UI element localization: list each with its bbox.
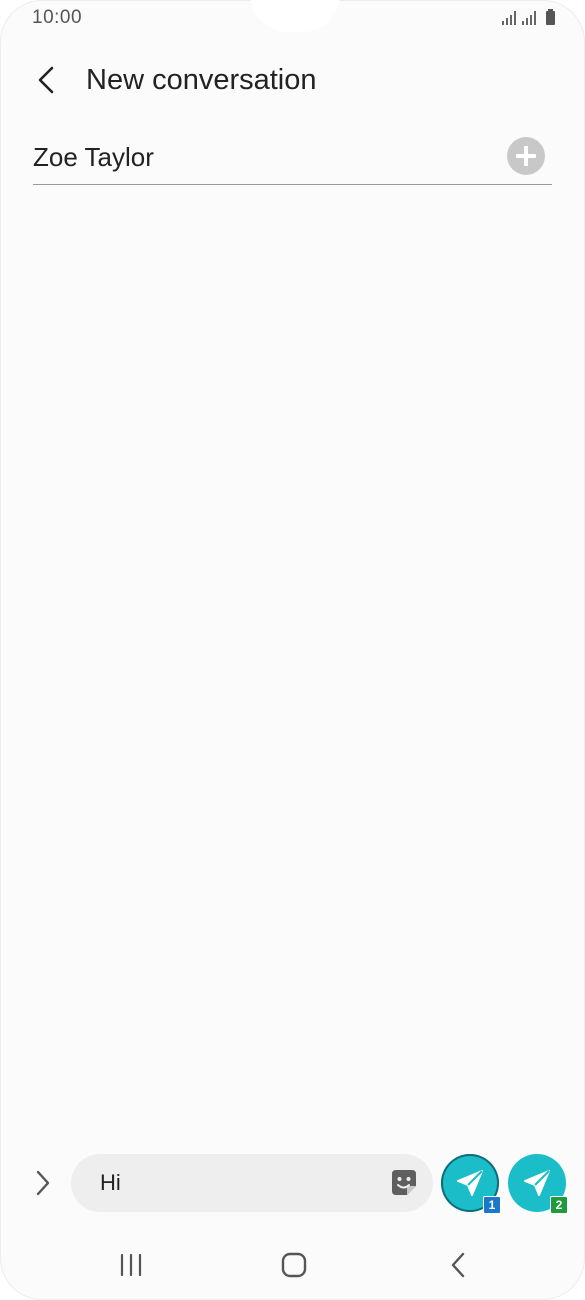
recent-apps-button[interactable] [103,1245,159,1285]
add-recipient-button[interactable] [507,137,545,175]
signal-sim1-icon [502,9,516,25]
chevron-left-icon [38,66,54,94]
status-icons [502,9,555,25]
recent-apps-icon [120,1253,142,1277]
home-button[interactable] [266,1245,322,1285]
sticker-button[interactable] [388,1167,420,1199]
page-title: New conversation [86,64,317,96]
home-icon [281,1252,307,1278]
send-sim1-button[interactable]: 1 [441,1154,501,1214]
sim2-badge: 2 [550,1196,568,1214]
sim1-badge: 1 [483,1196,501,1214]
status-bar: 10:00 [0,0,585,40]
recipient-field[interactable]: Zoe Taylor [33,130,552,185]
expand-options-button[interactable] [26,1164,60,1202]
send-sim2-button[interactable]: 2 [508,1154,568,1214]
app-header: New conversation [0,52,585,108]
send-icon [524,1170,550,1196]
message-composer: 1 2 [0,1150,585,1216]
nav-back-button[interactable] [430,1245,486,1285]
phone-screen: 10:00 New conversation Zoe Taylor Hi 1 2 [0,0,585,1300]
recipient-name: Zoe Taylor [33,142,154,172]
status-time: 10:00 [32,7,83,28]
system-navigation-bar [0,1235,585,1295]
signal-sim2-icon [522,9,536,25]
send-icon [457,1170,483,1196]
sticker-icon [392,1170,416,1195]
chevron-right-icon [36,1170,50,1196]
message-input[interactable] [71,1154,433,1212]
battery-icon [546,9,555,25]
back-icon [451,1252,465,1278]
back-button[interactable] [24,58,68,102]
